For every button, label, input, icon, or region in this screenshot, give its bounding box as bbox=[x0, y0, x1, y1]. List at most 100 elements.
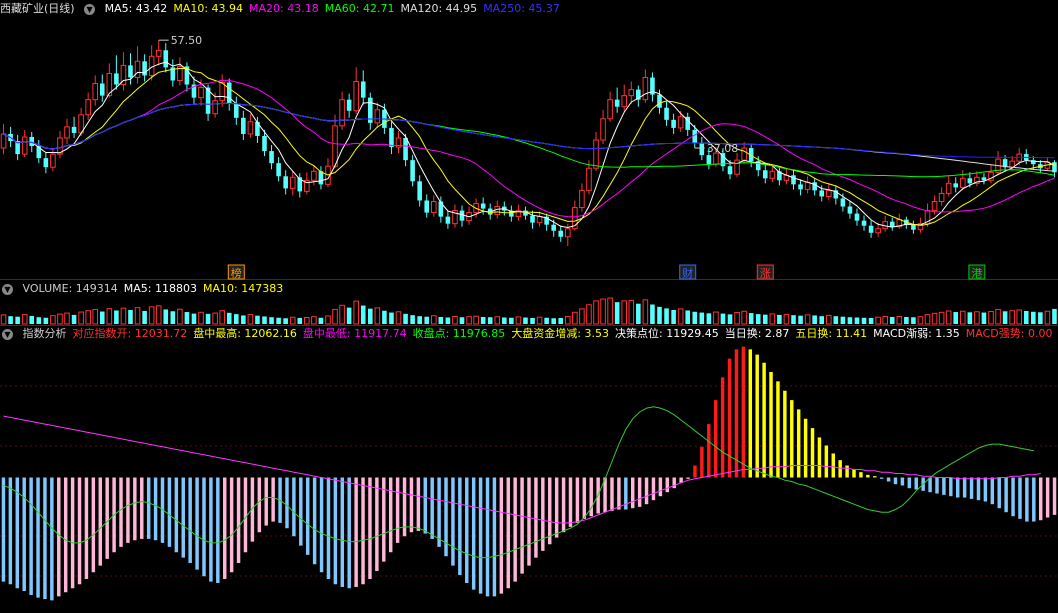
candle-body bbox=[346, 99, 352, 111]
price_legend-1: MA10: 43.94 bbox=[173, 2, 244, 15]
volume-bar bbox=[430, 315, 437, 325]
volume-bar bbox=[459, 317, 465, 324]
candle-body bbox=[403, 137, 408, 161]
volume-bar bbox=[120, 307, 127, 325]
indicator_legend-6: 决策点位: 11929.45 bbox=[615, 327, 719, 340]
chevron-down-icon[interactable]: ▼ bbox=[84, 3, 96, 15]
volume-bar bbox=[395, 311, 402, 325]
volume-bar bbox=[558, 318, 564, 324]
volume-bar bbox=[0, 314, 7, 325]
candle-body bbox=[85, 99, 91, 116]
volume-bar bbox=[600, 298, 606, 325]
volume-bar bbox=[403, 313, 408, 324]
volume-bar bbox=[664, 308, 669, 324]
volume_legend-0: VOLUME: 149314 bbox=[22, 282, 118, 295]
indicator_legend-7: 当日换: 2.87 bbox=[724, 327, 790, 340]
volume-bar bbox=[21, 314, 28, 325]
volume-bar bbox=[353, 300, 359, 325]
indicator_legend-3: 盘中最低: 11917.74 bbox=[302, 327, 407, 340]
volume-bar bbox=[734, 312, 740, 325]
volume-bar bbox=[148, 306, 155, 325]
volume-bar bbox=[445, 317, 451, 324]
volume-bar bbox=[995, 308, 1001, 325]
candle-body bbox=[699, 143, 705, 156]
candle-body bbox=[600, 118, 606, 141]
ma120-line bbox=[3, 102, 1055, 172]
candle-body bbox=[374, 109, 381, 124]
chevron-down-icon[interactable]: ▼ bbox=[2, 283, 13, 295]
volume-bar bbox=[15, 316, 20, 324]
candle-body bbox=[931, 201, 938, 212]
volume-bar bbox=[720, 313, 726, 324]
candle-body bbox=[621, 95, 628, 108]
volume-bar bbox=[92, 308, 99, 325]
candle-body bbox=[769, 170, 776, 179]
volume-bar bbox=[276, 317, 281, 324]
volume-bar bbox=[374, 307, 381, 325]
volume-bar bbox=[1044, 310, 1051, 325]
volume-bar bbox=[536, 316, 543, 325]
volume-bar bbox=[346, 307, 352, 324]
price_legend-3: MA60: 42.71 bbox=[324, 2, 395, 15]
volume-bar bbox=[854, 317, 860, 324]
candle-body bbox=[142, 61, 147, 76]
volume-bar bbox=[424, 316, 430, 324]
volume-bar bbox=[783, 313, 790, 325]
candle-body bbox=[798, 184, 803, 190]
candle-body bbox=[114, 73, 119, 85]
ma-legend-items: MA5: 43.42 MA10: 43.94 MA20: 43.18 MA60: 42… bbox=[105, 2, 566, 15]
candle-body bbox=[417, 181, 422, 201]
volume-bar bbox=[198, 311, 204, 325]
volume-bar bbox=[593, 300, 599, 325]
volume-bar bbox=[959, 310, 966, 325]
candle-body bbox=[741, 147, 747, 161]
indicator-chart[interactable] bbox=[0, 326, 1058, 613]
volume-bar bbox=[226, 312, 232, 324]
indicator_legend-2: 盘中最高: 12062.16 bbox=[193, 327, 297, 340]
candle-body bbox=[861, 220, 867, 226]
candle-body bbox=[847, 206, 853, 214]
volume-bar bbox=[85, 310, 91, 325]
volume-bar bbox=[368, 308, 373, 324]
event-tag-label: 财 bbox=[682, 266, 693, 280]
volume-bar bbox=[636, 303, 641, 324]
candle-body bbox=[64, 126, 70, 139]
candle-body bbox=[134, 60, 141, 78]
price-chart[interactable]: 57.5037.08榜财涨港顾 bbox=[0, 0, 1058, 280]
candle-body bbox=[586, 167, 592, 191]
indicator_legend-4: 收盘点: 11976.85 bbox=[412, 327, 506, 340]
volume-bar bbox=[50, 315, 56, 325]
volume-bar bbox=[1016, 309, 1022, 325]
volume-bar bbox=[269, 317, 274, 324]
volume-bar bbox=[657, 306, 662, 324]
volume-bar bbox=[502, 317, 507, 324]
volume-bar bbox=[812, 315, 817, 324]
ma250-line bbox=[3, 102, 1055, 159]
volume-bar bbox=[621, 300, 628, 325]
candle-body bbox=[791, 175, 796, 185]
price-legend: 西藏矿业(日线) ▼ MA5: 43.42 MA10: 43.94 MA20: 43… bbox=[0, 0, 572, 18]
volume-bar bbox=[565, 315, 571, 325]
volume-bar bbox=[466, 316, 472, 325]
volume-bar bbox=[134, 307, 141, 325]
candle-body bbox=[804, 181, 811, 190]
candle-body bbox=[854, 213, 860, 221]
ma60-line bbox=[3, 102, 1055, 178]
volume-bar bbox=[360, 305, 366, 324]
volume-bar bbox=[1038, 312, 1043, 324]
volume-bar bbox=[191, 313, 197, 324]
indicator-legend-items: 指数分析 对应指数开: 12031.72 盘中最高: 12062.16 盘中最低: 1… bbox=[23, 327, 1058, 340]
indicator_legend-5: 大盘资金增减: 3.53 bbox=[511, 327, 610, 340]
chevron-down-icon[interactable]: ▼ bbox=[2, 328, 13, 340]
volume-bar bbox=[382, 310, 387, 324]
candle-body bbox=[536, 216, 543, 224]
candle-body bbox=[198, 87, 204, 99]
volume-bar bbox=[8, 316, 13, 324]
volume-bar bbox=[530, 318, 535, 324]
volume-bar bbox=[241, 315, 246, 324]
candle-body bbox=[255, 121, 260, 136]
volume-bar bbox=[247, 314, 254, 325]
candle-body bbox=[734, 159, 740, 175]
candle-body bbox=[360, 81, 366, 98]
ma10-line bbox=[3, 68, 1055, 226]
